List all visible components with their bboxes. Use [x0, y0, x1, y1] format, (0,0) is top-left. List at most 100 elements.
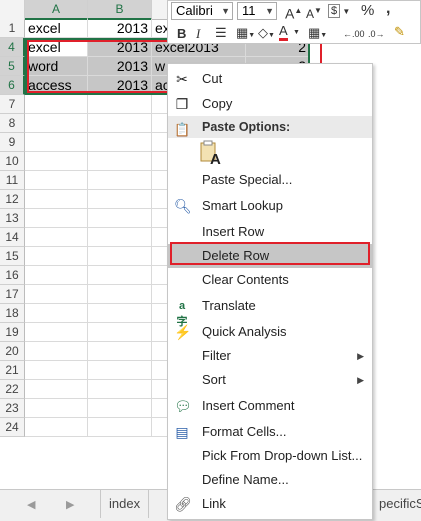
row-header-18[interactable]: 18: [0, 304, 25, 323]
menu-item-smart-lookup[interactable]: 🔍︎ Smart Lookup: [168, 194, 372, 218]
column-header-a[interactable]: A: [25, 0, 88, 20]
menu-item-paste-special[interactable]: Paste Special...: [168, 168, 372, 192]
menu-item-cut[interactable]: ✂ Cut: [168, 67, 372, 91]
cell-empty[interactable]: [88, 285, 152, 304]
cell-empty[interactable]: [25, 228, 88, 247]
cell-empty[interactable]: [88, 247, 152, 266]
menu-item-sort[interactable]: Sort ▶: [168, 368, 372, 392]
format-painter-icon[interactable]: ✎: [394, 24, 405, 40]
cell-empty[interactable]: [25, 361, 88, 380]
row-header-12[interactable]: 12: [0, 190, 25, 209]
row-header-23[interactable]: 23: [0, 399, 25, 418]
sheet-tab-index[interactable]: index: [100, 490, 150, 518]
cell-empty[interactable]: [88, 114, 152, 133]
cell-empty[interactable]: [25, 399, 88, 418]
font-color-button[interactable]: A: [279, 24, 288, 41]
cell-empty[interactable]: [88, 380, 152, 399]
cell-empty[interactable]: [25, 342, 88, 361]
row-header-17[interactable]: 17: [0, 285, 25, 304]
row-header-14[interactable]: 14: [0, 228, 25, 247]
menu-item-clear-contents[interactable]: Clear Contents: [168, 268, 372, 292]
menu-item-insert-comment[interactable]: 💬︎ Insert Comment: [168, 394, 372, 418]
tab-scroll-right-icon[interactable]: ▶: [66, 498, 74, 511]
cell-empty[interactable]: [88, 228, 152, 247]
paste-values-icon[interactable]: A: [199, 140, 223, 168]
row-header-7[interactable]: 7: [0, 95, 25, 114]
cell-empty[interactable]: [88, 133, 152, 152]
comma-style-button[interactable]: ,: [386, 1, 390, 17]
decrease-decimal-button[interactable]: .0→: [368, 26, 385, 42]
cell-empty[interactable]: [88, 152, 152, 171]
cell-a6[interactable]: access: [25, 76, 88, 95]
cell-empty[interactable]: [88, 266, 152, 285]
cell-empty[interactable]: [88, 361, 152, 380]
row-header-22[interactable]: 22: [0, 380, 25, 399]
row-header-15[interactable]: 15: [0, 247, 25, 266]
accounting-format-button[interactable]: $ ▼: [328, 2, 350, 20]
menu-item-copy[interactable]: ❐ Copy: [168, 92, 372, 116]
cell-empty[interactable]: [25, 171, 88, 190]
menu-item-delete-row[interactable]: Delete Row: [168, 244, 372, 268]
cell-b5[interactable]: 2013: [88, 57, 152, 76]
cell-empty[interactable]: [25, 95, 88, 114]
cell-a4[interactable]: excel: [25, 38, 88, 57]
percent-style-button[interactable]: %: [361, 3, 374, 19]
row-header-20[interactable]: 20: [0, 342, 25, 361]
cell-empty[interactable]: [25, 114, 88, 133]
cell-empty[interactable]: [88, 418, 152, 437]
menu-item-format-cells[interactable]: ▤ Format Cells...: [168, 420, 372, 444]
cell-a1[interactable]: excel: [25, 19, 88, 38]
row-header-11[interactable]: 11: [0, 171, 25, 190]
menu-item-define-name[interactable]: Define Name...: [168, 468, 372, 492]
menu-item-quick-analysis[interactable]: ⚡ Quick Analysis: [168, 320, 372, 344]
row-header-19[interactable]: 19: [0, 323, 25, 342]
row-header-21[interactable]: 21: [0, 361, 25, 380]
tab-scroll-left-icon[interactable]: ◀: [27, 498, 35, 511]
row-header-10[interactable]: 10: [0, 152, 25, 171]
cell-b4[interactable]: 2013: [88, 38, 152, 57]
column-header-b[interactable]: B: [88, 0, 152, 20]
fill-color-icon[interactable]: ◇▼: [258, 25, 275, 44]
menu-item-pick-from-list[interactable]: Pick From Drop-down List...: [168, 444, 372, 468]
cell-empty[interactable]: [88, 171, 152, 190]
cell-empty[interactable]: [25, 247, 88, 266]
row-header-8[interactable]: 8: [0, 114, 25, 133]
menu-item-translate[interactable]: a字 Translate: [168, 294, 372, 328]
cell-empty[interactable]: [25, 152, 88, 171]
select-all-corner[interactable]: [0, 0, 25, 19]
cell-b6[interactable]: 2013: [88, 76, 152, 95]
bold-button[interactable]: B: [177, 26, 186, 42]
cell-empty[interactable]: [25, 304, 88, 323]
cell-empty[interactable]: [88, 399, 152, 418]
cell-empty[interactable]: [88, 95, 152, 114]
align-center-icon[interactable]: ☰: [215, 25, 227, 41]
italic-button[interactable]: I: [196, 26, 200, 42]
cell-empty[interactable]: [88, 209, 152, 228]
cell-empty[interactable]: [25, 323, 88, 342]
cell-empty[interactable]: [25, 380, 88, 399]
decrease-font-icon[interactable]: A▼: [306, 3, 322, 22]
row-header-24[interactable]: 24: [0, 418, 25, 437]
cell-empty[interactable]: [25, 133, 88, 152]
row-header-13[interactable]: 13: [0, 209, 25, 228]
borders-grid-icon[interactable]: ▦▼: [308, 25, 327, 44]
row-header-4[interactable]: 4: [0, 38, 25, 57]
cell-empty[interactable]: [88, 342, 152, 361]
cell-empty[interactable]: [25, 285, 88, 304]
increase-font-icon[interactable]: A▲: [285, 3, 302, 22]
menu-item-insert-row[interactable]: Insert Row: [168, 220, 372, 244]
cell-empty[interactable]: [88, 304, 152, 323]
row-header-16[interactable]: 16: [0, 266, 25, 285]
font-size-select[interactable]: 11 ▼: [237, 2, 277, 20]
menu-item-filter[interactable]: Filter ▶: [168, 344, 372, 368]
cell-a5[interactable]: word: [25, 57, 88, 76]
cell-empty[interactable]: [88, 190, 152, 209]
menu-item-link[interactable]: 🔗︎ Link: [168, 492, 372, 516]
borders-icon[interactable]: ▦▼: [236, 25, 255, 44]
row-header-6[interactable]: 6: [0, 76, 25, 95]
cell-empty[interactable]: [25, 190, 88, 209]
cell-empty[interactable]: [88, 323, 152, 342]
row-header-5[interactable]: 5: [0, 57, 25, 76]
font-name-select[interactable]: Calibri ▼: [171, 2, 233, 20]
chevron-down-icon[interactable]: ▼: [293, 25, 300, 41]
